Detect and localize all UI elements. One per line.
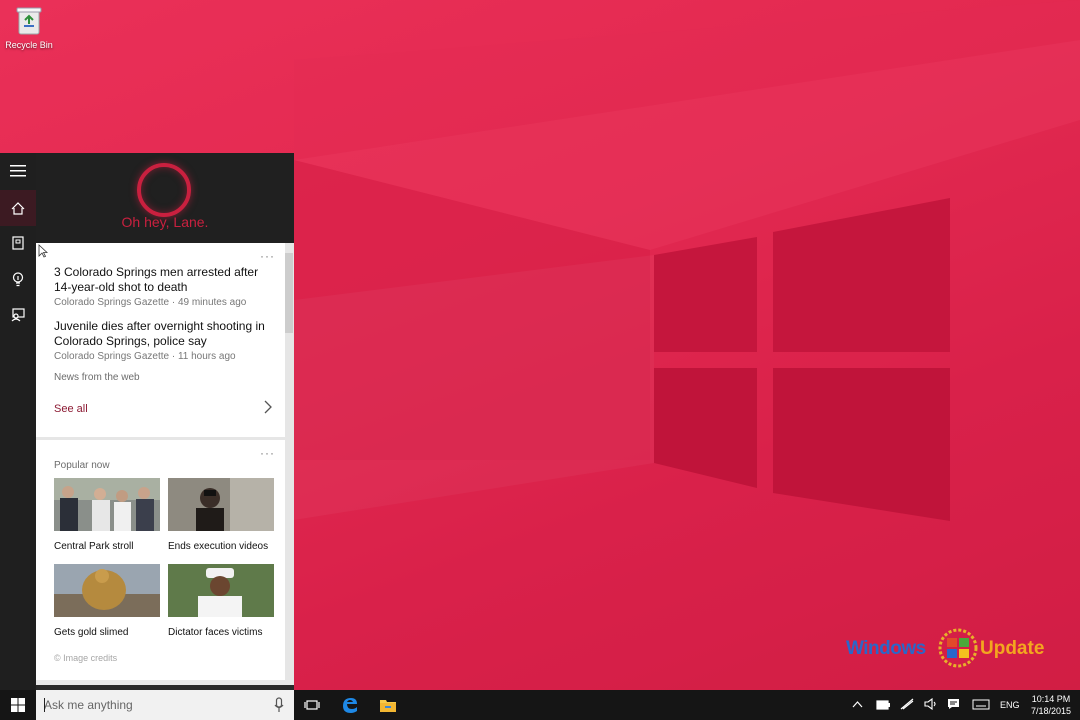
volume-icon[interactable]	[924, 698, 938, 710]
windows-start-icon	[11, 698, 25, 712]
taskbar-clock[interactable]: 10:14 PM 7/18/2015	[1026, 693, 1076, 717]
feedback-icon	[11, 308, 25, 322]
home-icon	[11, 201, 25, 215]
clock-time: 10:14 PM	[1031, 694, 1071, 704]
image-credits-link[interactable]: © Image credits	[54, 653, 117, 663]
reminders-button[interactable]	[0, 261, 36, 297]
windows-10-update-watermark: Windows Update	[846, 624, 1056, 674]
cortana-nav-rail	[0, 153, 36, 690]
news-headline-1[interactable]: 3 Colorado Springs men arrested after 14…	[54, 265, 274, 295]
edge-icon	[343, 698, 357, 713]
cortana-header: Oh hey, Lane.	[36, 153, 294, 243]
news-source-1: Colorado Springs Gazette · 49 minutes ag…	[54, 297, 247, 308]
watermark-update-text: Update	[980, 638, 1045, 659]
edge-browser-button[interactable]	[334, 690, 366, 720]
news-source-2: Colorado Springs Gazette · 11 hours ago	[54, 351, 236, 362]
battery-icon[interactable]	[876, 700, 890, 710]
news-headline-2[interactable]: Juvenile dies after overnight shooting i…	[54, 319, 274, 349]
tile-caption: Gets gold slimed	[54, 627, 129, 638]
cortana-greeting: Oh hey, Lane.	[121, 214, 209, 230]
microphone-icon[interactable]	[274, 697, 284, 713]
tile-caption: Central Park stroll	[54, 541, 134, 552]
cortana-feed: ··· 3 Colorado Springs men arrested afte…	[36, 243, 294, 680]
feedback-button[interactable]	[0, 297, 36, 333]
input-language-indicator[interactable]: ENG	[1000, 700, 1020, 710]
cortana-search-box[interactable]	[36, 690, 294, 720]
see-all-link[interactable]: See all	[54, 403, 88, 415]
mouse-pointer-icon	[38, 244, 48, 258]
tile-image	[168, 564, 274, 617]
text-caret	[44, 698, 45, 712]
recycle-bin-icon	[16, 6, 42, 36]
ask-me-anything-input[interactable]	[44, 690, 264, 720]
action-center-icon[interactable]	[947, 698, 960, 710]
tile-image	[54, 478, 160, 531]
folder-icon	[380, 699, 396, 712]
tile-image	[54, 564, 160, 617]
file-explorer-button[interactable]	[372, 690, 404, 720]
lightbulb-icon	[12, 271, 24, 286]
popular-tile-2[interactable]: Ends execution videos	[168, 478, 274, 552]
tile-caption: Ends execution videos	[168, 541, 269, 552]
popular-now-card: ··· Popular now Central Park stroll Ends…	[36, 440, 285, 680]
notebook-button[interactable]	[0, 225, 36, 261]
menu-icon	[10, 165, 26, 177]
task-view-button[interactable]	[302, 690, 322, 720]
watermark-windows-text: Windows	[846, 638, 926, 659]
windows-logo-icon	[936, 624, 980, 672]
popular-now-title: Popular now	[54, 460, 110, 471]
taskbar: ENG 10:14 PM 7/18/2015	[0, 690, 1080, 720]
start-button[interactable]	[0, 690, 36, 720]
news-more-options-button[interactable]: ···	[260, 249, 275, 263]
tile-image	[168, 478, 274, 531]
popular-tile-4[interactable]: Dictator faces victims	[168, 564, 274, 638]
chevron-right-icon[interactable]	[263, 400, 273, 414]
cortana-panel: Oh hey, Lane. ··· 3 Colorado Springs men…	[0, 153, 294, 690]
tile-caption: Dictator faces victims	[168, 627, 263, 638]
popular-tile-1[interactable]: Central Park stroll	[54, 478, 160, 552]
recycle-bin-label: Recycle Bin	[5, 40, 53, 50]
chevron-up-icon[interactable]	[852, 700, 863, 708]
keyboard-icon[interactable]	[972, 699, 990, 710]
popular-more-options-button[interactable]: ···	[260, 446, 275, 460]
news-card: ··· 3 Colorado Springs men arrested afte…	[36, 243, 285, 437]
cortana-ring-icon[interactable]	[137, 163, 191, 217]
clock-date: 7/18/2015	[1030, 706, 1072, 716]
news-from-web-label: News from the web	[54, 372, 140, 383]
recycle-bin-shortcut[interactable]: Recycle Bin	[4, 6, 54, 50]
popular-tile-3[interactable]: Gets gold slimed	[54, 564, 160, 638]
task-view-icon	[304, 700, 320, 710]
notebook-icon	[12, 236, 24, 250]
wifi-icon[interactable]	[900, 698, 914, 710]
home-button[interactable]	[0, 190, 36, 226]
feed-scrollbar[interactable]	[285, 253, 293, 333]
hamburger-menu-button[interactable]	[0, 153, 36, 189]
